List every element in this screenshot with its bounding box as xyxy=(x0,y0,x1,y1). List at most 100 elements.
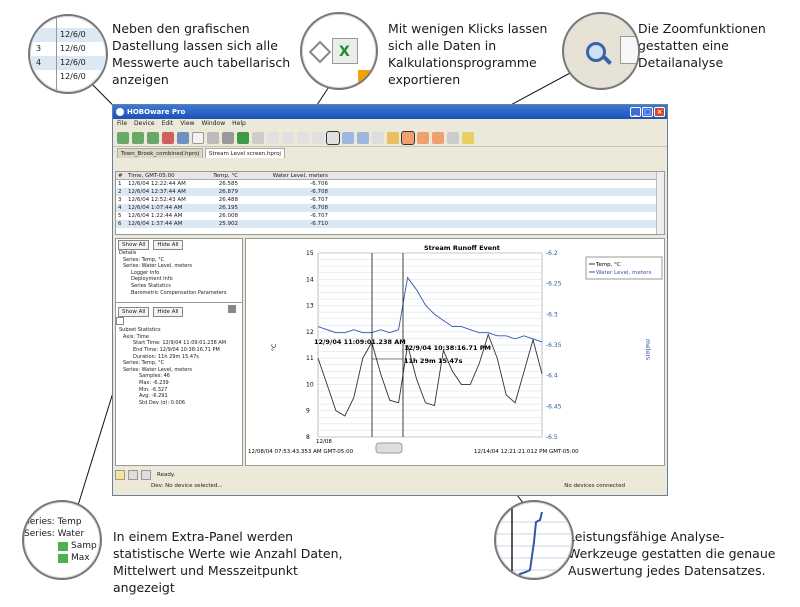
y2-tick-label: -6.45 xyxy=(546,403,562,410)
stats-tree: Subset Statistics Axis: Time Start Time:… xyxy=(119,327,227,406)
menu-help[interactable]: Help xyxy=(232,119,246,129)
zoom-circle-table: 12/6/0 3 12/6/0 4 12/6/0 12/6/0 xyxy=(28,14,108,94)
stats-hide-all-button[interactable]: Hide All xyxy=(153,307,183,318)
y2-tick-label: -6.4 xyxy=(546,373,558,380)
series-line-water-level xyxy=(317,276,543,343)
plot-panel[interactable]: Stream Runoff Event 15 14 13 12 11 10 9 8 -6.2 -… xyxy=(245,238,665,466)
move-icon[interactable] xyxy=(282,131,294,144)
zoom-circle-stats: Series: Temp Series: Water Samp Max xyxy=(22,500,102,580)
y2-tick-label: -6.5 xyxy=(546,434,558,441)
series-icon[interactable] xyxy=(417,131,429,144)
maximize-button[interactable]: □ xyxy=(642,107,653,117)
annotate-icon[interactable] xyxy=(387,131,399,144)
readout-icon[interactable] xyxy=(132,131,144,144)
chart-title: Stream Runoff Event xyxy=(424,244,500,252)
plot-setup-icon[interactable] xyxy=(401,130,415,145)
details-hide-all-button[interactable]: Hide All xyxy=(153,240,183,250)
graph-icon[interactable] xyxy=(432,131,444,144)
folder-icon[interactable] xyxy=(115,470,125,480)
save-icon[interactable] xyxy=(207,131,219,144)
export-excel-icon: X xyxy=(332,38,358,64)
chart-legend: Temp, °C Water Level, meters xyxy=(585,256,663,280)
y-tick-label: 13 xyxy=(306,303,314,310)
zoom-circle-export: X xyxy=(300,12,378,90)
table-row[interactable]: 2 12/6/04 12:37:44 AM 26.879 -6.708 xyxy=(116,188,664,196)
cursor-tool-icon[interactable] xyxy=(326,130,340,145)
pointer-icon[interactable] xyxy=(267,131,279,144)
y-tick-label: 10 xyxy=(306,381,314,388)
table-row[interactable]: 1 12/6/04 12:22:44 AM 26.585 -6.706 xyxy=(116,180,664,188)
details-icon[interactable] xyxy=(372,131,384,144)
scroll-thumb[interactable] xyxy=(375,442,403,454)
pin-icon[interactable] xyxy=(228,305,237,314)
stats-show-all-button[interactable]: Show All xyxy=(118,307,150,318)
app-icon xyxy=(116,108,124,116)
device-icon[interactable] xyxy=(177,131,189,144)
y2-tick-label: -6.3 xyxy=(546,311,558,318)
thermometer-icon[interactable] xyxy=(447,131,459,144)
hand-icon[interactable] xyxy=(297,131,309,144)
close-button[interactable]: × xyxy=(654,107,665,117)
zoom-out-icon xyxy=(620,36,638,64)
tab-town-brook[interactable]: Town_Brook_combined.hproj xyxy=(117,148,203,158)
launch-icon[interactable] xyxy=(117,131,129,144)
callout-export: Mit wenigen Klicks lassen sich alle Date… xyxy=(388,21,548,87)
menu-view[interactable]: View xyxy=(180,119,194,129)
table-header: # Time, GMT-05:00 Temp, °C Water Level, … xyxy=(116,172,664,180)
tree-item[interactable]: Series: Water Level, meters xyxy=(119,263,242,270)
tab-stream-level[interactable]: Stream Level screen.hproj xyxy=(205,148,285,158)
table-row[interactable]: 6 12/6/04 1:37:44 AM 25.902 -6.710 xyxy=(116,220,664,228)
document-tabs: Town_Brook_combined.hproj Stream Level s… xyxy=(113,147,667,158)
open-icon[interactable] xyxy=(192,131,204,144)
stop-icon[interactable] xyxy=(162,131,174,144)
status-icon[interactable] xyxy=(147,131,159,144)
menu-edit[interactable]: Edit xyxy=(162,119,174,129)
menu-device[interactable]: Device xyxy=(134,119,155,129)
details-tree: Details Series: Temp, °C Series: Water L… xyxy=(116,250,242,296)
nav-back-icon xyxy=(308,40,332,64)
tree-item[interactable]: Deployment Info xyxy=(119,276,242,283)
y-tick-label: 9 xyxy=(306,408,310,415)
callout-zoom: Die Zoomfunktionen gestatten eine Detail… xyxy=(638,21,766,70)
menubar: File Device Edit View Window Help xyxy=(113,119,667,129)
table-scrollbar[interactable] xyxy=(656,172,664,234)
y2-axis-label: meters xyxy=(644,339,651,360)
columns-icon[interactable] xyxy=(141,470,151,480)
zoom-out-tool-icon[interactable] xyxy=(357,131,369,144)
table-row[interactable]: 5 12/6/04 1:22:44 AM 26.008 -6.707 xyxy=(116,212,664,220)
marker-label-start: 12/9/04 11:09:01.238 AM xyxy=(314,338,406,346)
help-icon[interactable] xyxy=(462,131,474,144)
export-icon[interactable] xyxy=(237,131,249,144)
y-tick-label: 8 xyxy=(306,434,310,441)
tree-item[interactable]: Barometric Compensation Parameters xyxy=(119,290,242,297)
duration-label: 11h 29m 15.47s xyxy=(404,357,463,365)
stream-runoff-chart[interactable]: Stream Runoff Event 15 14 13 12 11 10 9 8 -6.2 -… xyxy=(246,239,666,467)
x-end-label: 12/14/04 12:21:21.012 PM GMT-05:00 xyxy=(474,449,579,455)
y-tick-label: 15 xyxy=(306,250,314,257)
y-tick-label: 14 xyxy=(306,276,314,283)
marker-label-end: 12/9/04 10:38:16.71 PM xyxy=(404,344,491,352)
minimize-button[interactable]: _ xyxy=(630,107,641,117)
details-show-all-button[interactable]: Show All xyxy=(118,240,150,250)
hoboware-window: HOBOware Pro _ □ × File Device Edit View… xyxy=(112,104,668,496)
delete-icon[interactable] xyxy=(222,131,234,144)
menu-file[interactable]: File xyxy=(117,119,127,129)
list-icon[interactable] xyxy=(128,470,138,480)
print-icon[interactable] xyxy=(252,131,264,144)
y2-tick-label: -6.25 xyxy=(546,281,562,288)
tree-item[interactable]: Logger Info xyxy=(119,270,242,277)
toolbar xyxy=(113,129,667,147)
tree-item[interactable]: Series Statistics xyxy=(119,283,242,290)
callout-analysis: Leistungsfähige Analyse-Werkzeuge gestat… xyxy=(568,529,776,578)
y2-tick-label: -6.35 xyxy=(546,342,562,349)
status-device: Dev: No device selected... xyxy=(151,483,223,489)
menu-window[interactable]: Window xyxy=(201,119,225,129)
magnify-icon[interactable] xyxy=(312,131,324,144)
y-tick-label: 11 xyxy=(306,355,314,362)
clear-icon[interactable] xyxy=(116,317,124,326)
table-row[interactable]: 3 12/6/04 12:52:43 AM 26.488 -6.707 xyxy=(116,196,664,204)
tree-item[interactable]: Series: Temp, °C xyxy=(119,257,242,264)
zoom-in-tool-icon[interactable] xyxy=(342,131,354,144)
table-row[interactable]: 4 12/6/04 1:07:44 AM 26.195 -6.708 xyxy=(116,204,664,212)
window-title: HOBOware Pro xyxy=(127,108,186,116)
